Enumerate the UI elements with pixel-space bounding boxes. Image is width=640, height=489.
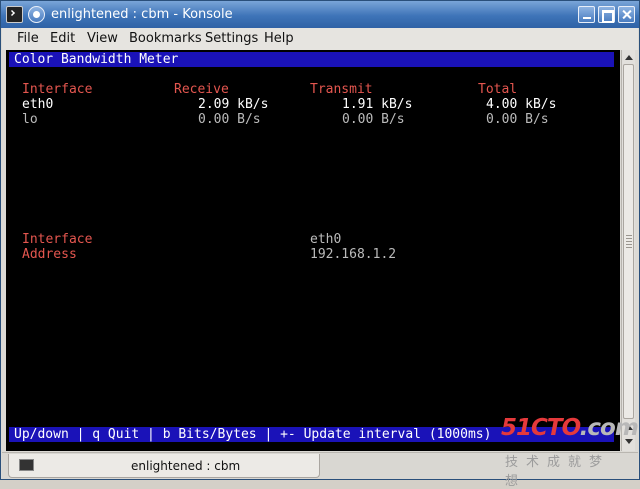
detail-interface-value: eth0 bbox=[310, 232, 342, 247]
scroll-up-arrow-icon[interactable] bbox=[624, 53, 634, 63]
watermark-logo-c: .com bbox=[579, 415, 639, 441]
detail-address-value: 192.168.1.2 bbox=[310, 247, 397, 262]
menu-file[interactable]: File bbox=[15, 31, 41, 46]
row-lo-total: 0.00 B/s bbox=[486, 112, 549, 127]
column-header-interface: Interface bbox=[22, 82, 93, 97]
detail-address-label: Address bbox=[22, 247, 77, 262]
row-eth0-total: 4.00 kB/s bbox=[486, 97, 557, 112]
tab-label: enlightened : cbm bbox=[131, 459, 241, 473]
menu-bar: File Edit View Bookmarks Settings Help bbox=[2, 28, 638, 50]
watermark: 51CTO.com 技术成就梦想 bbox=[501, 415, 639, 489]
maximize-icon[interactable] bbox=[598, 6, 615, 23]
row-lo-interface[interactable]: lo bbox=[22, 112, 38, 127]
window-title: enlightened : cbm - Konsole bbox=[51, 7, 233, 22]
konsole-window: enlightened : cbm - Konsole File Edit Vi… bbox=[0, 0, 640, 489]
terminal-app-icon[interactable] bbox=[6, 6, 23, 23]
column-header-receive: Receive bbox=[174, 82, 229, 97]
menu-settings[interactable]: Settings bbox=[203, 31, 260, 46]
minimize-icon[interactable] bbox=[578, 6, 595, 23]
terminal-area[interactable]: Color Bandwidth Meter Interface Receive … bbox=[6, 50, 620, 451]
close-icon[interactable] bbox=[618, 6, 635, 23]
watermark-logo: 51CTO.com bbox=[501, 415, 639, 441]
terminal-header-bar: Color Bandwidth Meter bbox=[9, 52, 614, 67]
watermark-logo-b: CTO bbox=[531, 415, 581, 441]
watermark-logo-a: 51 bbox=[501, 415, 532, 441]
terminal-tab-icon bbox=[19, 459, 34, 471]
column-header-total: Total bbox=[478, 82, 518, 97]
row-eth0-interface[interactable]: eth0 bbox=[22, 97, 53, 112]
scrollbar-grip-icon bbox=[626, 235, 632, 249]
detail-interface-label: Interface bbox=[22, 232, 93, 247]
row-lo-transmit: 0.00 B/s bbox=[342, 112, 405, 127]
scrollbar-thumb[interactable] bbox=[623, 64, 634, 419]
row-lo-receive: 0.00 B/s bbox=[198, 112, 261, 127]
menu-bookmarks[interactable]: Bookmarks bbox=[127, 31, 204, 46]
column-header-transmit: Transmit bbox=[310, 82, 373, 97]
menu-help[interactable]: Help bbox=[262, 31, 296, 46]
vertical-scrollbar[interactable] bbox=[621, 50, 635, 451]
menu-view[interactable]: View bbox=[85, 31, 120, 46]
row-eth0-receive: 2.09 kB/s bbox=[198, 97, 269, 112]
window-menu-icon[interactable] bbox=[28, 6, 45, 23]
menu-edit[interactable]: Edit bbox=[48, 31, 77, 46]
title-bar[interactable]: enlightened : cbm - Konsole bbox=[1, 1, 639, 28]
tab-enlightened-cbm[interactable]: enlightened : cbm bbox=[8, 454, 320, 478]
watermark-subtitle: 技术成就梦想 bbox=[505, 455, 611, 489]
row-eth0-transmit: 1.91 kB/s bbox=[342, 97, 413, 112]
